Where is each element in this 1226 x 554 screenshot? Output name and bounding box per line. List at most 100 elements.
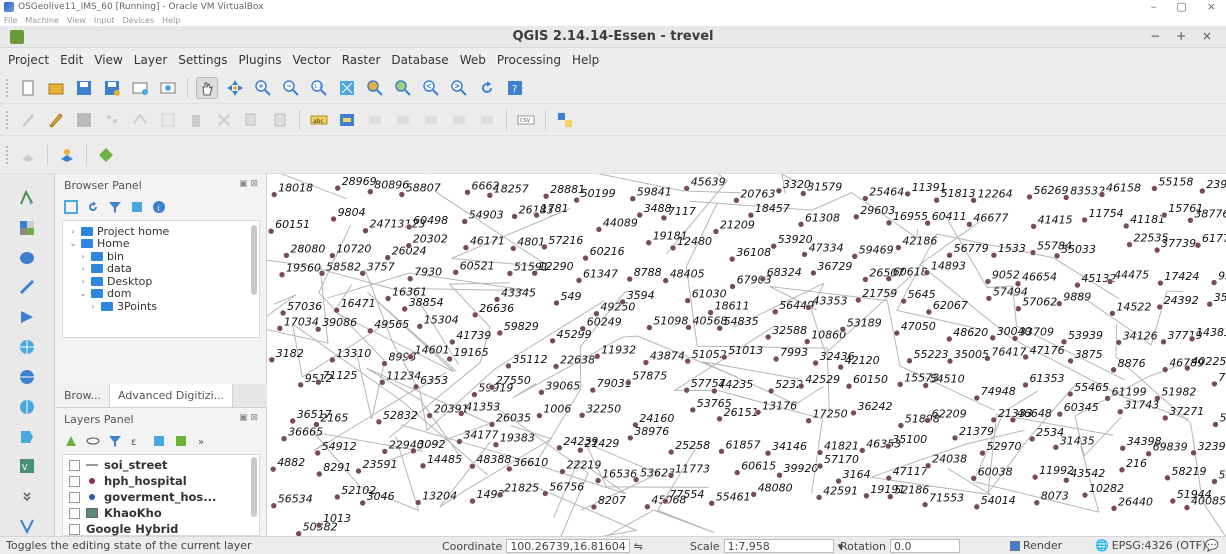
- zoom-native-icon[interactable]: 1:1: [308, 77, 330, 99]
- zoom-in-icon[interactable]: [252, 77, 274, 99]
- zoom-out-icon[interactable]: [280, 77, 302, 99]
- point-marker[interactable]: [333, 306, 340, 314]
- point-marker[interactable]: [716, 415, 723, 423]
- point-marker[interactable]: [1145, 450, 1152, 458]
- scale-combo[interactable]: 1:7,958: [723, 539, 834, 553]
- expand-arrow-icon[interactable]: ⌄: [79, 289, 87, 298]
- point-marker[interactable]: [407, 353, 414, 360]
- point-marker[interactable]: [1156, 303, 1164, 311]
- point-marker[interactable]: [549, 337, 556, 345]
- expand-arrow-icon[interactable]: ⌄: [69, 239, 77, 248]
- point-marker[interactable]: [895, 244, 902, 251]
- point-marker[interactable]: [946, 251, 953, 259]
- collapse-all-icon[interactable]: [130, 200, 144, 214]
- point-marker[interactable]: [636, 211, 644, 219]
- point-marker[interactable]: [406, 275, 414, 282]
- point-marker[interactable]: [816, 462, 824, 470]
- point-marker[interactable]: [660, 214, 668, 222]
- point-marker[interactable]: [1109, 310, 1116, 317]
- point-marker[interactable]: [764, 449, 772, 457]
- point-marker[interactable]: [923, 269, 931, 276]
- point-marker[interactable]: [297, 381, 305, 389]
- point-marker[interactable]: [712, 228, 720, 235]
- layer-checkbox[interactable]: [69, 507, 80, 519]
- point-marker[interactable]: [1062, 476, 1070, 484]
- point-marker[interactable]: [1116, 408, 1124, 415]
- point-marker[interactable]: [1098, 191, 1106, 198]
- point-marker[interactable]: [852, 213, 860, 221]
- point-marker[interactable]: [1153, 246, 1161, 254]
- point-marker[interactable]: [990, 416, 998, 424]
- point-marker[interactable]: [1029, 249, 1037, 256]
- point-marker[interactable]: [685, 324, 692, 331]
- vbox-menu-file[interactable]: File: [4, 16, 17, 25]
- layer-checkbox[interactable]: [69, 491, 80, 503]
- point-marker[interactable]: [1081, 216, 1088, 224]
- visibility-icon[interactable]: [86, 434, 100, 448]
- point-marker[interactable]: [552, 363, 560, 370]
- add-wcs-layer-icon[interactable]: [16, 397, 38, 417]
- zoom-next-icon[interactable]: [448, 77, 470, 99]
- point-marker[interactable]: [419, 462, 427, 470]
- tree-item-data[interactable]: › data: [69, 262, 253, 275]
- tab-advanced-digitizing[interactable]: Advanced Digitizi...: [110, 384, 234, 407]
- point-marker[interactable]: [1011, 335, 1019, 342]
- point-marker[interactable]: [816, 449, 824, 456]
- point-marker[interactable]: [797, 382, 805, 390]
- point-marker[interactable]: [733, 469, 741, 476]
- point-marker[interactable]: [355, 467, 362, 475]
- point-marker[interactable]: [662, 277, 670, 284]
- point-marker[interactable]: [1074, 281, 1081, 289]
- point-marker[interactable]: [1206, 300, 1214, 308]
- point-marker[interactable]: [469, 462, 476, 470]
- menu-settings[interactable]: Settings: [178, 53, 227, 67]
- point-marker[interactable]: [405, 223, 413, 231]
- point-marker[interactable]: [984, 355, 991, 362]
- coordinate-field[interactable]: 100.26739,16.81604: [506, 539, 630, 553]
- change-label-icon[interactable]: [476, 109, 498, 131]
- render-checkbox[interactable]: [1010, 540, 1020, 551]
- point-marker[interactable]: [767, 387, 775, 395]
- copy-features-icon[interactable]: [241, 109, 263, 131]
- point-marker[interactable]: [1033, 499, 1041, 507]
- point-marker[interactable]: [426, 412, 433, 419]
- tree-item-3points[interactable]: › 3Points: [69, 300, 253, 313]
- point-marker[interactable]: [414, 499, 422, 506]
- point-marker[interactable]: [925, 308, 933, 316]
- expand-arrow-icon[interactable]: ›: [89, 302, 97, 311]
- point-marker[interactable]: [593, 353, 601, 360]
- point-marker[interactable]: [1157, 279, 1164, 287]
- add-oracle-layer-icon[interactable]: [16, 337, 38, 357]
- tree-item-dom[interactable]: ⌄ dom: [69, 287, 253, 300]
- label-toolbar-icon[interactable]: abc: [308, 109, 330, 131]
- add-delimited-text-icon[interactable]: V: [16, 456, 38, 476]
- point-marker[interactable]: [1126, 241, 1133, 248]
- point-marker[interactable]: [268, 356, 276, 364]
- toolbar-grip[interactable]: [6, 145, 9, 164]
- point-marker[interactable]: [770, 242, 778, 250]
- node-tool-icon[interactable]: [157, 109, 179, 131]
- point-marker[interactable]: [1106, 278, 1114, 285]
- point-marker[interactable]: [1169, 497, 1177, 505]
- point-marker[interactable]: [283, 252, 290, 259]
- current-edits-icon[interactable]: [17, 109, 39, 131]
- point-marker[interactable]: [619, 298, 627, 306]
- point-marker[interactable]: [359, 499, 366, 507]
- point-marker[interactable]: [667, 448, 675, 456]
- point-marker[interactable]: [684, 297, 692, 304]
- collapse-all-icon[interactable]: [174, 434, 188, 448]
- point-marker[interactable]: [471, 311, 479, 319]
- point-marker[interactable]: [469, 497, 476, 505]
- point-marker[interactable]: [375, 418, 383, 426]
- point-marker[interactable]: [595, 226, 603, 233]
- point-marker[interactable]: [401, 305, 408, 313]
- zoom-full-icon[interactable]: [336, 77, 358, 99]
- point-marker[interactable]: [921, 501, 929, 508]
- panel-float-close-icon[interactable]: ▣ ⊠: [239, 413, 258, 423]
- point-marker[interactable]: [754, 409, 762, 416]
- point-marker[interactable]: [276, 325, 284, 332]
- expand-arrow-icon[interactable]: ›: [79, 252, 87, 261]
- new-project-icon[interactable]: [17, 77, 39, 99]
- point-marker[interactable]: [381, 448, 389, 455]
- point-marker[interactable]: [510, 245, 517, 252]
